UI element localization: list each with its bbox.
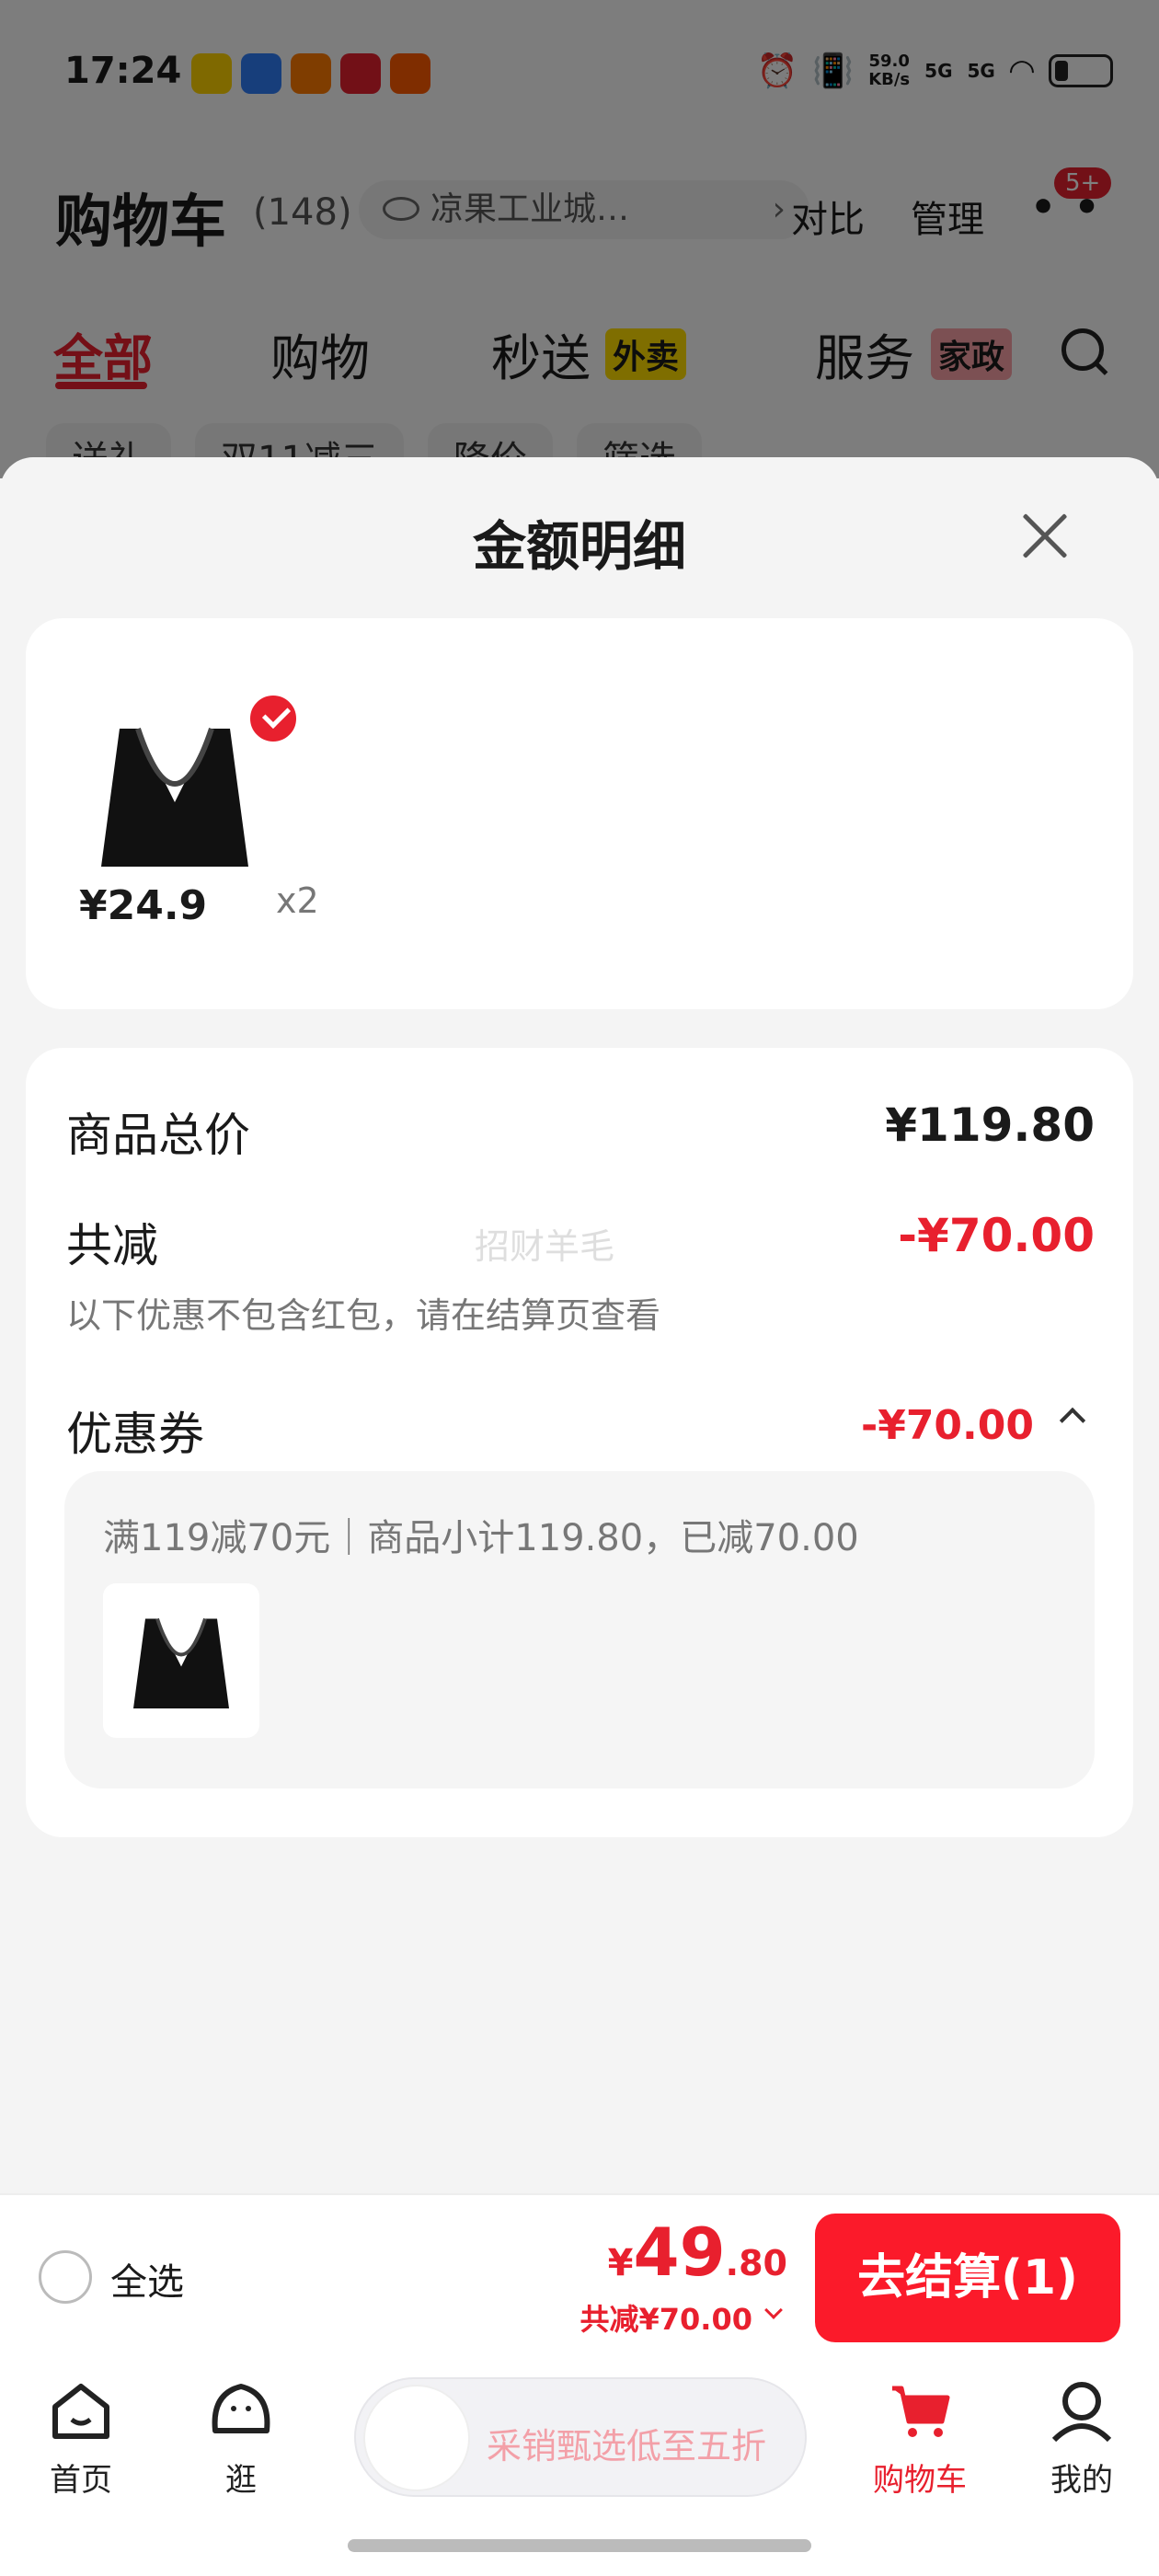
cart-item[interactable]: ¥24.9 x2 (53, 673, 319, 968)
checkout-bar: 全选 ¥49.80 共减¥70.00 去结算(1) (0, 2193, 1159, 2359)
product-image (133, 1617, 229, 1708)
checked-icon[interactable] (247, 692, 300, 745)
profile-icon (1051, 2382, 1112, 2443)
dim-overlay[interactable] (0, 0, 1159, 478)
home-indicator[interactable] (348, 2539, 811, 2552)
tab-mine[interactable]: 我的 (1017, 2375, 1146, 2500)
watermark: 招财羊毛 (475, 1226, 615, 1267)
selected-items-card: ¥24.9 x2 (26, 618, 1133, 1009)
coupon-value[interactable]: -¥70.00 (861, 1402, 1034, 1449)
home-icon (52, 2384, 109, 2439)
coupon-label: 优惠券 (66, 1408, 204, 1461)
promo-banner[interactable]: 采销甄选低至五折 (354, 2377, 807, 2497)
browse-icon (212, 2384, 270, 2433)
total-price: ¥49.80 (607, 2214, 787, 2291)
total-label: 商品总价 (66, 1109, 250, 1162)
coupon-rule: 满119减70元｜商品小计119.80，已减70.00 (103, 1517, 859, 1559)
promo-text: 采销甄选低至五折 (487, 2426, 767, 2467)
chevron-up-icon[interactable] (1059, 1407, 1086, 1434)
coupon-product-thumbnail (103, 1583, 259, 1738)
reduce-label: 共减 (66, 1219, 158, 1272)
reduce-value: -¥70.00 (898, 1209, 1095, 1262)
sheet-title: 金额明细 (472, 515, 686, 578)
item-quantity: x2 (276, 880, 319, 921)
mascot-icon (363, 2385, 470, 2491)
total-value: ¥119.80 (885, 1098, 1095, 1152)
discount-note: 以下优惠不包含红包，请在结算页查看 (66, 1295, 661, 1336)
chevron-down-icon[interactable] (764, 2301, 783, 2319)
price-breakdown-card: 商品总价 ¥119.80 共减 招财羊毛 -¥70.00 以下优惠不包含红包，请… (26, 1048, 1133, 1837)
tab-browse[interactable]: 逛 (177, 2375, 305, 2500)
checkout-button[interactable]: 去结算(1) (815, 2214, 1120, 2342)
total-reduce[interactable]: 共减¥70.00 (580, 2296, 753, 2339)
coupon-detail-box: 满119减70元｜商品小计119.80，已减70.00 (64, 1471, 1095, 1788)
close-icon[interactable] (1012, 503, 1076, 568)
select-all-label[interactable]: 全选 (110, 2252, 184, 2306)
select-all-checkbox[interactable] (39, 2250, 92, 2304)
tab-cart[interactable]: 购物车 (855, 2375, 984, 2500)
product-image (101, 728, 248, 867)
item-price: ¥24.9 (79, 882, 208, 929)
tab-home[interactable]: 首页 (17, 2375, 145, 2500)
cart-icon (892, 2386, 950, 2437)
